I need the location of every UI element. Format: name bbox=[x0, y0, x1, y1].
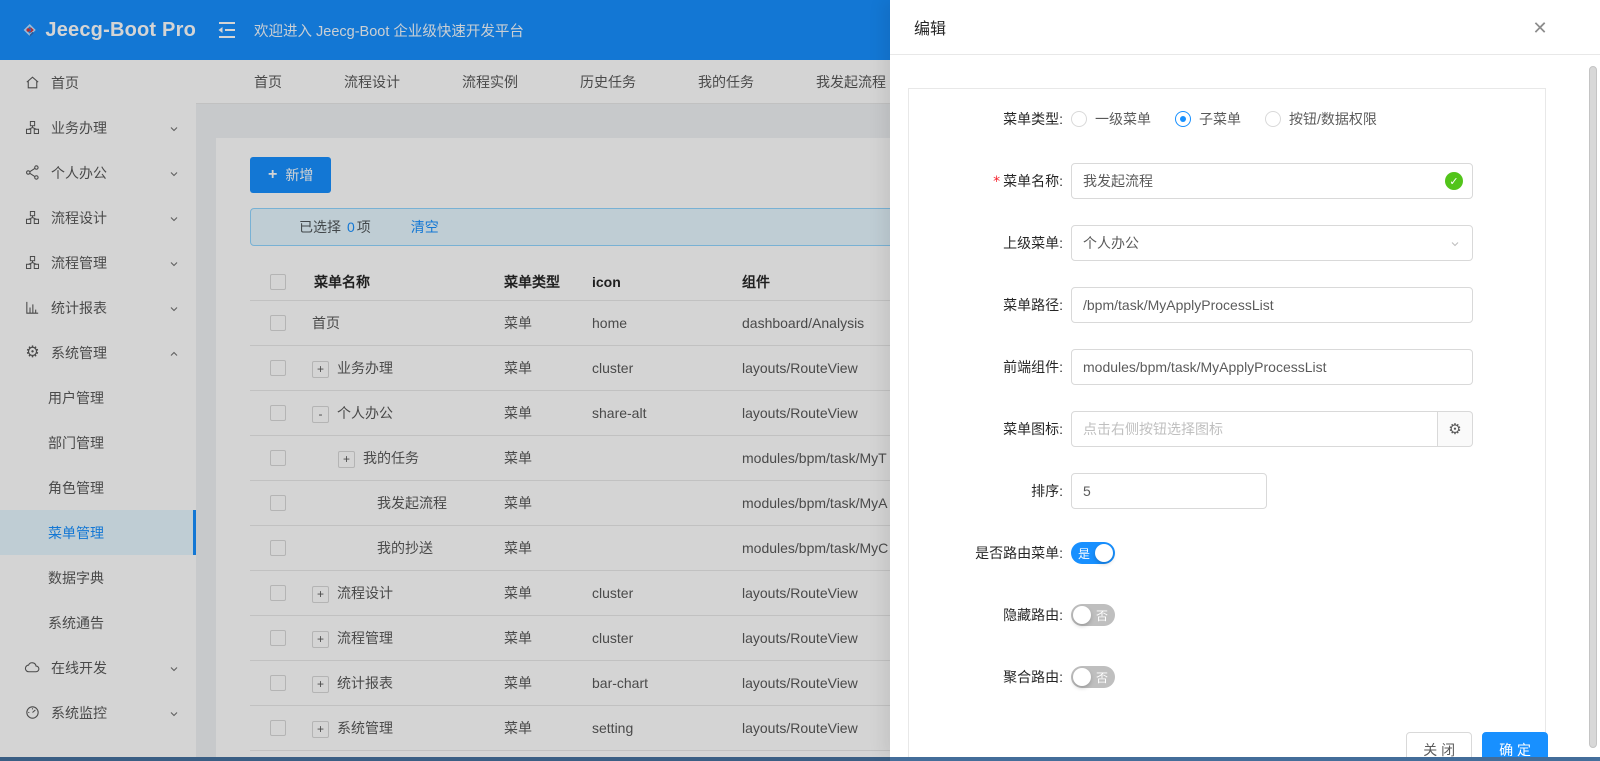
form-row-hidden-route: 隐藏路由: 否 bbox=[933, 597, 1545, 633]
field-label: 排序: bbox=[933, 481, 1063, 501]
edit-drawer: 编辑 ✕ 菜单类型: 一级菜单 子菜单 按钮/数据权限 *菜单名称: 我发起流程✓ 上级菜单… bbox=[890, 0, 1600, 757]
field-label: 菜单图标: bbox=[933, 419, 1063, 439]
field-label: 聚合路由: bbox=[933, 667, 1063, 687]
form-row-is-route-menu: 是否路由菜单: 是 bbox=[933, 535, 1545, 571]
required-asterisk: * bbox=[993, 174, 1000, 190]
edit-form: 菜单类型: 一级菜单 子菜单 按钮/数据权限 *菜单名称: 我发起流程✓ 上级菜单: 个人办公… bbox=[908, 88, 1546, 757]
menu-icon-input[interactable]: 点击右侧按钮选择图标 bbox=[1071, 411, 1438, 447]
radio-option[interactable]: 子菜单 bbox=[1175, 109, 1241, 129]
drawer-scrollbar[interactable] bbox=[1586, 58, 1600, 757]
radio-option[interactable]: 按钮/数据权限 bbox=[1265, 109, 1377, 129]
menu-name-input[interactable]: 我发起流程 bbox=[1071, 163, 1473, 199]
form-row-menu-name: *菜单名称: 我发起流程✓ bbox=[933, 163, 1545, 199]
form-row-menu-icon: 菜单图标: 点击右侧按钮选择图标⚙ bbox=[933, 411, 1545, 447]
gear-icon[interactable]: ⚙ bbox=[1438, 411, 1473, 447]
drawer-mask[interactable] bbox=[0, 0, 890, 761]
form-row-aggregate-route: 聚合路由: 否 bbox=[933, 659, 1545, 695]
toggle-knob bbox=[1073, 668, 1091, 686]
form-row-menu-type: 菜单类型: 一级菜单 子菜单 按钮/数据权限 bbox=[933, 101, 1545, 137]
radio-selected-icon[interactable] bbox=[1175, 111, 1191, 127]
field-label: 是否路由菜单: bbox=[933, 543, 1063, 563]
menu-path-input[interactable]: /bpm/task/MyApplyProcessList bbox=[1071, 287, 1473, 323]
radio-unselected-icon[interactable] bbox=[1071, 111, 1087, 127]
radio-unselected-icon[interactable] bbox=[1265, 111, 1281, 127]
form-row-front-component: 前端组件: modules/bpm/task/MyApplyProcessList bbox=[933, 349, 1545, 385]
field-label: 前端组件: bbox=[933, 357, 1063, 377]
parent-menu-select[interactable]: 个人办公 bbox=[1071, 225, 1473, 261]
aggregate-route-toggle[interactable]: 否 bbox=[1071, 666, 1115, 688]
field-label: 上级菜单: bbox=[933, 233, 1063, 253]
drawer-title: 编辑 bbox=[914, 15, 946, 39]
is-route-menu-toggle[interactable]: 是 bbox=[1071, 542, 1115, 564]
toggle-knob bbox=[1073, 606, 1091, 624]
hidden-route-toggle[interactable]: 否 bbox=[1071, 604, 1115, 626]
menu-type-radio-group: 一级菜单 子菜单 按钮/数据权限 bbox=[1071, 109, 1401, 129]
close-icon[interactable]: ✕ bbox=[1528, 16, 1552, 40]
form-row-sort-order: 排序: 5 bbox=[933, 473, 1545, 509]
form-row-menu-path: 菜单路径: /bpm/task/MyApplyProcessList bbox=[933, 287, 1545, 323]
ok-button[interactable]: 确 定 bbox=[1482, 732, 1548, 757]
scrollbar-thumb[interactable] bbox=[1589, 66, 1597, 748]
app-screen: Jeecg-Boot Pro 欢迎进入 Jeecg-Boot 企业级快速开发平台… bbox=[0, 0, 1600, 761]
radio-option[interactable]: 一级菜单 bbox=[1071, 109, 1151, 129]
field-label: 菜单类型: bbox=[933, 109, 1063, 129]
success-check-icon: ✓ bbox=[1445, 172, 1463, 190]
close-button[interactable]: 关 闭 bbox=[1406, 732, 1472, 757]
toggle-knob bbox=[1095, 544, 1113, 562]
drawer-footer: 关 闭 确 定 bbox=[1406, 732, 1548, 757]
chevron-down-icon bbox=[1449, 237, 1461, 253]
field-label: 隐藏路由: bbox=[933, 605, 1063, 625]
front-component-input[interactable]: modules/bpm/task/MyApplyProcessList bbox=[1071, 349, 1473, 385]
drawer-header: 编辑 bbox=[890, 0, 1600, 55]
sort-order-input[interactable]: 5 bbox=[1071, 473, 1267, 509]
field-label: 菜单路径: bbox=[933, 295, 1063, 315]
field-label: *菜单名称: bbox=[933, 171, 1063, 191]
form-row-parent-menu: 上级菜单: 个人办公 bbox=[933, 225, 1545, 261]
